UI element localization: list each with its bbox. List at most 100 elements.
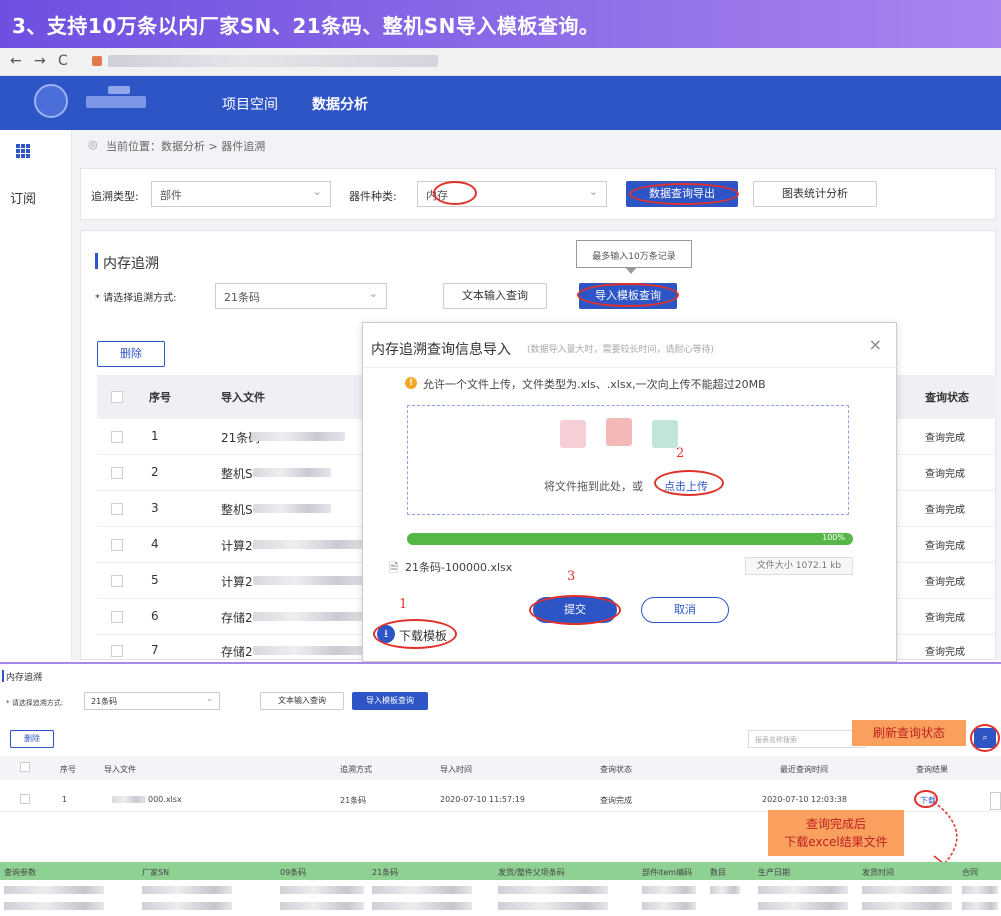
dialog-subtitle: (数据导入量大时，需要较长时间，请耐心等待)	[527, 345, 715, 355]
redacted-text	[280, 886, 364, 894]
back-icon[interactable]: ←	[10, 53, 22, 69]
trace-type-select[interactable]: 部件 ⌄	[151, 181, 331, 207]
row-checkbox[interactable]	[111, 539, 123, 551]
col-vendor-sn: 厂家SN	[142, 868, 170, 877]
highlight-ring	[629, 183, 739, 205]
highlight-ring	[970, 724, 1000, 752]
select-all-checkbox[interactable]	[111, 391, 123, 403]
col-09-code: 09条码	[280, 868, 307, 877]
nav-item-project-space[interactable]: 项目空间	[222, 94, 278, 114]
delete-button[interactable]: 删除	[10, 730, 54, 748]
redacted-text	[253, 646, 373, 655]
forward-icon[interactable]: →	[34, 53, 46, 69]
upload-progress-bar: 100%	[407, 533, 853, 545]
row-file: 整机S	[221, 503, 253, 517]
result-table-row: 1 000.xlsx 21条码 2020-07-10 11:57:19 查询完成…	[0, 788, 1001, 812]
panel-title: 内存追溯	[103, 256, 159, 272]
template-query-button[interactable]: 导入模板查询	[352, 692, 428, 710]
redacted-text	[962, 902, 998, 910]
row-file: 000.xlsx	[148, 795, 182, 804]
divider	[363, 367, 898, 368]
delete-button[interactable]: 删除	[97, 341, 165, 367]
step-mark-1: 1	[399, 597, 408, 612]
text-query-button[interactable]: 文本输入查询	[260, 692, 344, 710]
device-type-label: 器件种类:	[349, 190, 397, 203]
section-title: 内存追溯	[6, 673, 43, 683]
row-checkbox[interactable]	[111, 575, 123, 587]
cancel-button[interactable]: 取消	[641, 597, 729, 623]
redacted-text	[142, 902, 232, 910]
col-no: 序号	[60, 765, 76, 774]
redacted-text	[280, 902, 364, 910]
row-no: 1	[62, 795, 68, 804]
uploaded-file-name: 21条码-100000.xlsx	[405, 561, 513, 574]
row-checkbox[interactable]	[111, 503, 123, 515]
col-no: 序号	[149, 391, 171, 404]
browser-address-bar: ← → C	[0, 48, 1001, 76]
col-file: 导入文件	[221, 391, 265, 404]
sidebar-item-subscribe[interactable]: 订阅	[10, 188, 36, 207]
text-query-button[interactable]: 文本输入查询	[443, 283, 547, 309]
file-icon	[652, 420, 678, 448]
url-field[interactable]	[108, 55, 438, 67]
method-label: * 请选择追溯方式:	[6, 699, 64, 707]
redacted-text	[253, 612, 373, 621]
breadcrumb: 当前位置：数据分析 > 器件追溯	[106, 140, 266, 153]
highlight-ring	[577, 283, 679, 307]
row-status: 查询完成	[925, 541, 965, 552]
row-no: 3	[151, 501, 159, 515]
close-icon[interactable]: ×	[869, 335, 882, 354]
import-dialog: 内存追溯查询信息导入 (数据导入量大时，需要较长时间，请耐心等待) × ! 允许…	[362, 322, 898, 662]
chevron-down-icon: ⌄	[206, 694, 213, 703]
drop-text: 将文件拖到此处，或	[544, 480, 643, 493]
site-favicon-icon	[92, 56, 102, 66]
col-contract: 合同	[962, 868, 978, 877]
row-checkbox[interactable]	[111, 431, 123, 443]
logo-icon	[34, 84, 68, 118]
row-checkbox[interactable]	[111, 467, 123, 479]
row-import-time: 2020-07-10 11:57:19	[440, 795, 525, 804]
col-status: 查询状态	[600, 765, 632, 774]
callout-line: 查询完成后	[805, 817, 866, 831]
row-status: 查询完成	[925, 577, 965, 588]
row-file: 存储2	[221, 645, 253, 659]
search-input[interactable]: 报表名称搜索	[748, 730, 866, 748]
highlight-ring	[529, 595, 621, 625]
callout-arrow	[933, 801, 958, 868]
title-accent	[2, 670, 4, 682]
redacted-text	[498, 902, 608, 910]
redacted-text	[862, 886, 952, 894]
download-callout: 查询完成后 下载excel结果文件	[768, 810, 904, 856]
redacted-text	[142, 886, 232, 894]
redacted-text	[710, 886, 740, 894]
redacted-text	[4, 902, 104, 910]
sidebar: 订阅	[0, 130, 72, 660]
row-checkbox[interactable]	[111, 645, 123, 657]
col-file: 导入文件	[104, 765, 136, 774]
col-import-time: 导入时间	[440, 765, 472, 774]
upload-dropzone[interactable]: 将文件拖到此处，或 点击上传 2	[407, 405, 849, 515]
highlight-ring	[654, 470, 724, 496]
trace-type-value: 部件	[160, 189, 182, 202]
select-all-checkbox[interactable]	[20, 762, 30, 772]
row-checkbox[interactable]	[111, 611, 123, 623]
row-checkbox[interactable]	[20, 794, 30, 804]
callout-line: 下载excel结果文件	[784, 835, 888, 849]
logo-text	[86, 96, 146, 108]
title-accent	[95, 253, 98, 269]
progress-label: 100%	[822, 533, 845, 542]
row-file: 整机S	[221, 467, 253, 481]
refresh-callout: 刷新查询状态	[852, 720, 966, 746]
redacted-text	[758, 902, 848, 910]
chart-analysis-button[interactable]: 图表统计分析	[753, 181, 877, 207]
chevron-down-icon: ⌄	[588, 185, 598, 198]
row-file: 计算2	[221, 575, 253, 589]
nav-item-data-analysis[interactable]: 数据分析	[312, 94, 368, 114]
reload-icon[interactable]: C	[58, 53, 68, 69]
method-select[interactable]: 21条码 ⌄	[215, 283, 387, 309]
method-select[interactable]: 21条码 ⌄	[84, 692, 220, 710]
apps-grid-icon[interactable]	[16, 144, 30, 158]
row-status: 查询完成	[925, 469, 965, 480]
scrollbar[interactable]	[990, 792, 1001, 810]
method-value: 21条码	[91, 697, 118, 706]
